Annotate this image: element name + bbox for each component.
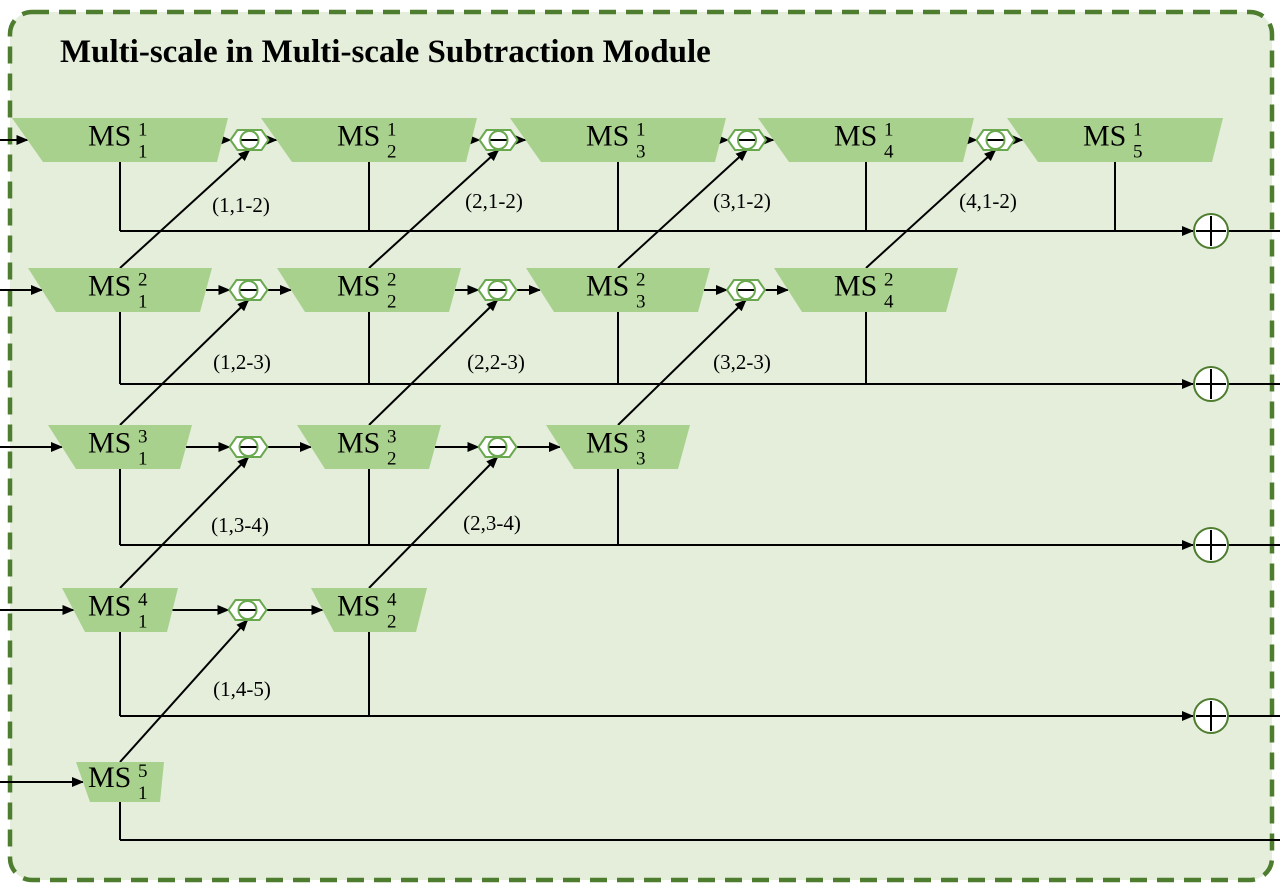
ms-block-superscript: 1 <box>387 119 397 140</box>
ms-block-superscript: 1 <box>1133 119 1143 140</box>
subtraction-icon <box>228 279 269 301</box>
ms-block-superscript: 1 <box>636 119 646 140</box>
multiscale-subtraction-diagram: Multi-scale in Multi-scale Subtraction M… <box>0 9 1280 883</box>
ms-block-main-label: MS <box>337 426 380 459</box>
ms-block-superscript: 3 <box>387 426 397 447</box>
ms-block-2-1: MS 21 <box>28 268 212 312</box>
ms-block-superscript: 2 <box>636 269 646 290</box>
ms-block-2-3: MS 23 <box>526 268 710 312</box>
ms-block-main-label: MS <box>337 119 380 152</box>
ms-block-subscript: 1 <box>138 611 148 632</box>
ms-block-main-label: MS <box>337 589 380 622</box>
ms-block-main-label: MS <box>88 761 131 794</box>
ms-block-superscript: 2 <box>884 269 894 290</box>
ms-block-subscript: 4 <box>884 141 894 162</box>
ms-block-subscript: 4 <box>884 291 894 312</box>
subtraction-pair-label: (2,1-2) <box>465 189 523 213</box>
ms-block-main-label: MS <box>834 269 877 302</box>
ms-block-superscript: 1 <box>884 119 894 140</box>
ms-block-subscript: 2 <box>387 448 397 469</box>
ms-block-subscript: 1 <box>138 291 148 312</box>
ms-block-1-3: MS 13 <box>510 118 726 162</box>
subtraction-pair-label: (3,2-3) <box>713 350 771 374</box>
ms-block-subscript: 3 <box>636 141 646 162</box>
ms-block-1-1: MS 11 <box>12 118 228 162</box>
ms-block-main-label: MS <box>586 119 629 152</box>
ms-block-superscript: 1 <box>138 119 148 140</box>
ms-block-superscript: 5 <box>138 761 148 782</box>
subtraction-icon <box>477 279 518 301</box>
ms-block-subscript: 1 <box>138 141 148 162</box>
subtraction-icon <box>478 129 519 151</box>
ms-block-superscript: 4 <box>387 589 397 610</box>
addition-icon <box>1193 366 1229 402</box>
subtraction-icon <box>725 279 767 301</box>
ms-block-main-label: MS <box>88 119 131 152</box>
ms-block-main-label: MS <box>586 269 629 302</box>
subtraction-pair-label: (1,3-4) <box>211 513 269 537</box>
subtraction-pair-label: (2,3-4) <box>463 511 521 535</box>
ms-block-1-4: MS 14 <box>758 118 974 162</box>
ms-block-subscript: 2 <box>387 611 397 632</box>
subtraction-icon <box>975 129 1016 151</box>
subtraction-pair-label: (1,4-5) <box>213 677 271 701</box>
ms-block-subscript: 2 <box>387 291 397 312</box>
ms-block-subscript: 3 <box>636 448 646 469</box>
ms-block-main-label: MS <box>337 269 380 302</box>
diagram-title: Multi-scale in Multi-scale Subtraction M… <box>60 34 711 70</box>
ms-block-2-2: MS 22 <box>277 268 461 312</box>
ms-block-subscript: 1 <box>138 448 148 469</box>
subtraction-pair-label: (3,1-2) <box>713 189 771 213</box>
ms-block-superscript: 3 <box>138 426 148 447</box>
ms-block-main-label: MS <box>88 426 131 459</box>
ms-block-main-label: MS <box>586 426 629 459</box>
subtraction-icon <box>726 129 768 151</box>
subtraction-icon <box>229 129 270 151</box>
ms-block-2-4: MS 24 <box>774 268 958 312</box>
ms-block-5-1: MS 51 <box>76 761 164 804</box>
subtraction-pair-label: (1,1-2) <box>212 193 270 217</box>
ms-block-superscript: 2 <box>138 269 148 290</box>
subtraction-pair-label: (1,2-3) <box>213 350 271 374</box>
ms-block-superscript: 4 <box>138 589 148 610</box>
ms-block-main-label: MS <box>834 119 877 152</box>
ms-block-subscript: 1 <box>138 783 148 804</box>
ms-block-1-5: MS 15 <box>1007 118 1223 162</box>
subtraction-pair-label: (2,2-3) <box>467 350 525 374</box>
ms-block-subscript: 3 <box>636 291 646 312</box>
ms-block-main-label: MS <box>1083 119 1126 152</box>
ms-block-subscript: 5 <box>1133 141 1143 162</box>
ms-block-superscript: 2 <box>387 269 397 290</box>
subtraction-icon <box>228 436 269 458</box>
ms-block-main-label: MS <box>88 589 131 622</box>
subtraction-icon <box>227 599 268 621</box>
ms-block-superscript: 3 <box>636 426 646 447</box>
ms-block-subscript: 2 <box>387 141 397 162</box>
addition-icon <box>1193 698 1229 734</box>
ms-block-1-2: MS 12 <box>261 118 477 162</box>
ms-block-main-label: MS <box>88 269 131 302</box>
addition-icon <box>1193 213 1229 249</box>
subtraction-icon <box>477 436 518 458</box>
addition-icon <box>1193 527 1229 563</box>
subtraction-pair-label: (4,1-2) <box>959 189 1017 213</box>
